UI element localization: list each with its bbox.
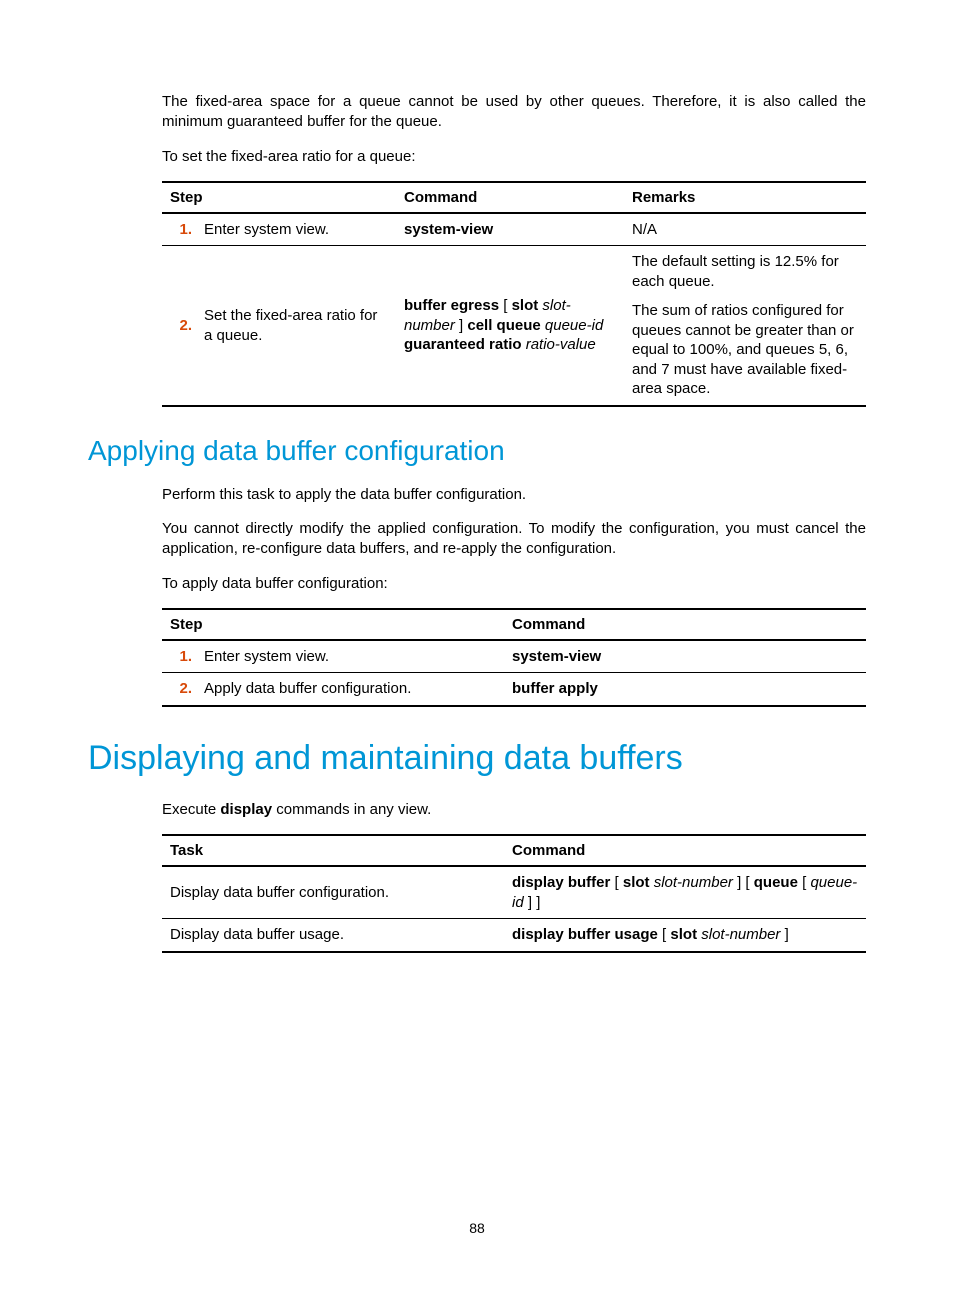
- applying-p2: You cannot directly modify the applied c…: [162, 519, 866, 560]
- command-text: display buffer usage [ slot slot-number …: [504, 919, 866, 952]
- step-number: 1.: [162, 213, 196, 246]
- display-intro: Execute display commands in any view.: [162, 800, 866, 820]
- step-number: 1.: [162, 640, 196, 673]
- col-step: Step: [162, 609, 504, 640]
- page-number: 88: [0, 1220, 954, 1236]
- command-text: buffer apply: [504, 673, 866, 706]
- step-text: Enter system view.: [196, 213, 396, 246]
- col-command: Command: [504, 609, 866, 640]
- col-task: Task: [162, 835, 504, 866]
- fixed-area-ratio-table: Step Command Remarks 1. Enter system vie…: [162, 181, 866, 407]
- step-text: Set the fixed-area ratio for a queue.: [196, 246, 396, 406]
- col-step: Step: [162, 182, 396, 213]
- col-command: Command: [504, 835, 866, 866]
- col-remarks: Remarks: [624, 182, 866, 213]
- command-text: system-view: [504, 640, 866, 673]
- task-text: Display data buffer usage.: [162, 919, 504, 952]
- col-command: Command: [396, 182, 624, 213]
- apply-config-table: Step Command 1. Enter system view. syste…: [162, 608, 866, 707]
- remarks-text: The default setting is 12.5% for each qu…: [624, 246, 866, 406]
- task-text: Display data buffer configuration.: [162, 866, 504, 919]
- applying-p1: Perform this task to apply the data buff…: [162, 485, 866, 505]
- command-text: display buffer [ slot slot-number ] [ qu…: [504, 866, 866, 919]
- step-number: 2.: [162, 246, 196, 406]
- intro-paragraph-2: To set the fixed-area ratio for a queue:: [162, 147, 866, 167]
- step-text: Apply data buffer configuration.: [196, 673, 504, 706]
- intro-paragraph-1: The fixed-area space for a queue cannot …: [162, 92, 866, 133]
- command-text: buffer egress [ slot slot-number ] cell …: [396, 246, 624, 406]
- command-text: system-view: [396, 213, 624, 246]
- remarks-text: N/A: [624, 213, 866, 246]
- step-number: 2.: [162, 673, 196, 706]
- display-commands-table: Task Command Display data buffer configu…: [162, 834, 866, 953]
- chapter-heading-displaying: Displaying and maintaining data buffers: [88, 739, 866, 778]
- section-heading-applying: Applying data buffer configuration: [88, 435, 866, 467]
- applying-p3: To apply data buffer configuration:: [162, 574, 866, 594]
- step-text: Enter system view.: [196, 640, 504, 673]
